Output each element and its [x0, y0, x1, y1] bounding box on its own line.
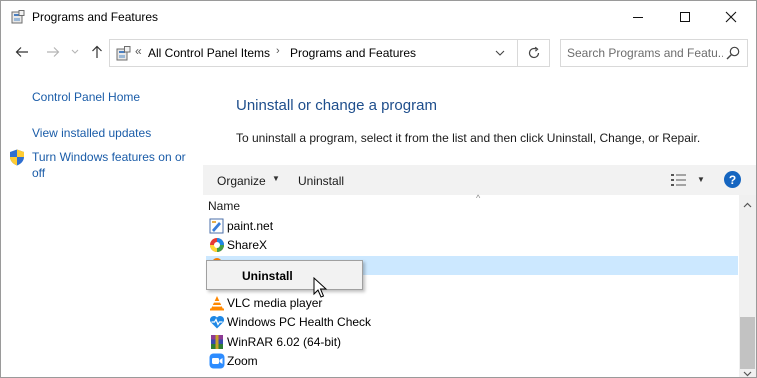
window-title: Programs and Features [32, 10, 159, 24]
recent-locations-button[interactable] [65, 42, 85, 62]
arrow-left-icon [15, 47, 28, 57]
help-button[interactable]: ? [724, 171, 741, 188]
context-menu-uninstall[interactable]: Uninstall [210, 264, 359, 286]
up-button[interactable] [87, 42, 107, 62]
programs-and-features-window: Programs and Features « All Control Pane… [0, 0, 757, 378]
organize-dropdown-icon[interactable]: ▼ [272, 174, 280, 183]
winrar-icon [211, 335, 223, 349]
program-row-zoom[interactable]: Zoom [206, 352, 738, 371]
sidebar-link-windows-features[interactable]: Turn Windows features on or off [32, 149, 197, 181]
sharex-icon [210, 238, 224, 252]
back-button[interactable] [12, 42, 32, 62]
paint-net-icon [209, 218, 224, 234]
minimize-icon [633, 17, 643, 18]
zoom-icon [209, 353, 225, 369]
navigation-bar: « All Control Panel Items › Programs and… [1, 33, 756, 73]
toolbar-uninstall-button[interactable]: Uninstall [298, 174, 344, 188]
maximize-icon [680, 12, 690, 22]
refresh-icon [528, 46, 540, 59]
vlc-icon [210, 296, 224, 311]
program-name: paint.net [227, 219, 274, 233]
search-input[interactable] [567, 45, 723, 61]
context-menu-uninstall-label: Uninstall [242, 269, 293, 283]
organize-button[interactable]: Organize [217, 174, 266, 188]
address-history-button[interactable] [491, 45, 509, 61]
health-check-icon [209, 315, 225, 329]
title-bar: Programs and Features [1, 1, 756, 33]
vertical-scrollbar[interactable] [739, 195, 756, 377]
column-header-name[interactable]: Name [208, 199, 240, 213]
forward-button[interactable] [43, 42, 63, 62]
shield-icon [10, 149, 24, 166]
chevron-down-icon [495, 50, 505, 56]
scroll-down-button[interactable] [739, 369, 756, 377]
arrow-up-icon [92, 45, 102, 58]
program-name: VLC media player [227, 296, 323, 310]
scroll-up-button[interactable] [739, 199, 756, 211]
command-bar: Organize ▼ Uninstall ▼ ? [203, 165, 756, 195]
page-description: To uninstall a program, select it from t… [236, 131, 701, 145]
context-menu: Uninstall [206, 260, 363, 290]
arrow-right-icon [47, 47, 60, 57]
search-box[interactable] [560, 39, 748, 67]
maximize-button[interactable] [662, 1, 708, 33]
mouse-cursor-icon [313, 277, 328, 298]
address-divider [517, 40, 518, 66]
program-name: ShareX [227, 238, 268, 252]
search-icon [726, 46, 740, 60]
sidebar-link-control-panel-home[interactable]: Control Panel Home [32, 89, 140, 105]
breadcrumb-programs-and-features[interactable]: Programs and Features [290, 46, 416, 60]
view-details-icon[interactable] [670, 172, 688, 188]
scroll-thumb[interactable] [740, 317, 755, 369]
program-name: Windows PC Health Check [227, 315, 372, 329]
address-bar[interactable]: « All Control Panel Items › Programs and… [109, 39, 550, 67]
program-row-pc-health-check[interactable]: Windows PC Health Check [206, 313, 738, 332]
program-row-vlc[interactable]: VLC media player [206, 294, 738, 313]
close-icon [725, 11, 737, 23]
program-row-paint-net[interactable]: paint.net [206, 217, 738, 236]
program-row-sharex[interactable]: ShareX [206, 236, 738, 255]
sort-ascending-icon: ^ [476, 193, 481, 203]
sidebar-link-view-installed-updates[interactable]: View installed updates [32, 125, 151, 141]
program-name: Zoom [227, 354, 258, 368]
breadcrumb-separator[interactable]: › [276, 45, 280, 57]
view-options-dropdown-icon[interactable]: ▼ [697, 175, 705, 184]
breadcrumb-overflow[interactable]: « [135, 44, 142, 58]
close-button[interactable] [708, 1, 754, 33]
page-title: Uninstall or change a program [236, 97, 437, 114]
breadcrumb-all-control-panel-items[interactable]: All Control Panel Items [148, 46, 270, 60]
program-name: WinRAR 6.02 (64-bit) [227, 335, 342, 349]
sidebar: Control Panel Home View installed update… [1, 73, 201, 377]
control-panel-icon [116, 46, 131, 61]
chevron-down-icon [71, 49, 79, 54]
chevron-up-icon [743, 202, 752, 208]
program-row-winrar[interactable]: WinRAR 6.02 (64-bit) [206, 333, 738, 352]
minimize-button[interactable] [615, 1, 661, 33]
chevron-down-icon [743, 371, 752, 377]
refresh-button[interactable] [524, 43, 544, 63]
control-panel-icon [11, 10, 25, 24]
